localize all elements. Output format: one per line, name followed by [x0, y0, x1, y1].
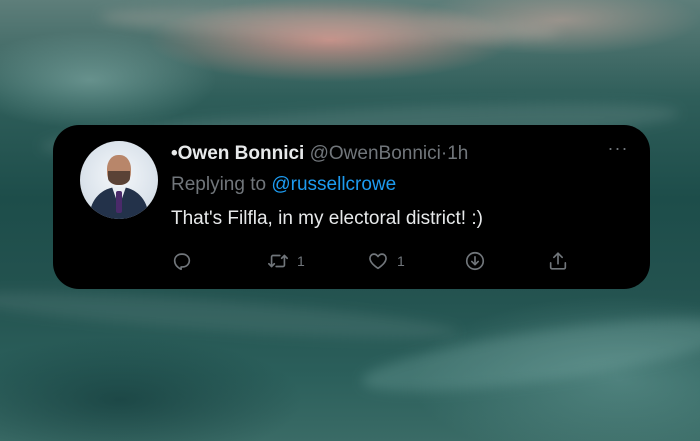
- tweet-card[interactable]: •Owen Bonnici @OwenBonnici·1h ··· Replyi…: [53, 125, 650, 289]
- share-button[interactable]: [547, 249, 569, 273]
- avatar[interactable]: [80, 141, 158, 219]
- replying-to: Replying to @russellcrowe: [171, 173, 396, 197]
- avatar-tie: [116, 191, 122, 213]
- avatar-beard: [108, 171, 130, 185]
- reply-icon: [173, 253, 191, 271]
- like-count: 1: [397, 253, 405, 269]
- replying-handle-link[interactable]: @russellcrowe: [271, 174, 396, 195]
- download-icon: [465, 251, 485, 271]
- tweet-actions: 1 1: [171, 249, 571, 273]
- more-horizontal-icon[interactable]: ···: [606, 139, 630, 157]
- retweet-count: 1: [297, 253, 305, 269]
- retweet-icon: [268, 254, 288, 268]
- wave-highlight: [99, 1, 561, 49]
- author-name[interactable]: •Owen Bonnici: [171, 143, 304, 164]
- download-button[interactable]: [464, 249, 486, 273]
- tweet-text: That's Filfla, in my electoral district!…: [171, 208, 483, 229]
- tweet-timestamp[interactable]: 1h: [447, 143, 468, 164]
- ocean-background: •Owen Bonnici @OwenBonnici·1h ··· Replyi…: [0, 0, 700, 441]
- like-button[interactable]: 1: [367, 249, 405, 273]
- replying-prefix: Replying to: [171, 174, 267, 195]
- wave-highlight: [0, 282, 461, 348]
- reply-button[interactable]: [171, 249, 193, 273]
- author-handle[interactable]: @OwenBonnici: [310, 143, 441, 164]
- share-icon: [549, 252, 567, 270]
- heart-icon: [369, 253, 387, 270]
- retweet-button[interactable]: 1: [267, 249, 305, 273]
- tweet-header: •Owen Bonnici @OwenBonnici·1h: [171, 142, 468, 166]
